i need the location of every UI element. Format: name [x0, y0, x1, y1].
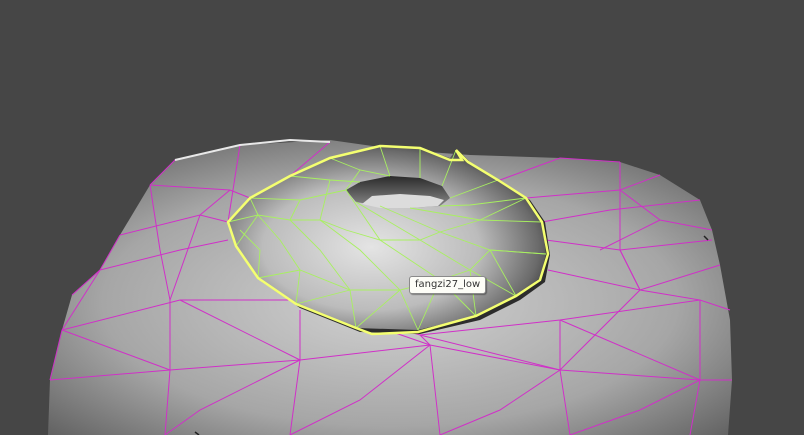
- scene-canvas[interactable]: [0, 0, 804, 435]
- 3d-viewport[interactable]: fangzi27_low: [0, 0, 804, 435]
- object-name-tooltip: fangzi27_low: [409, 276, 487, 294]
